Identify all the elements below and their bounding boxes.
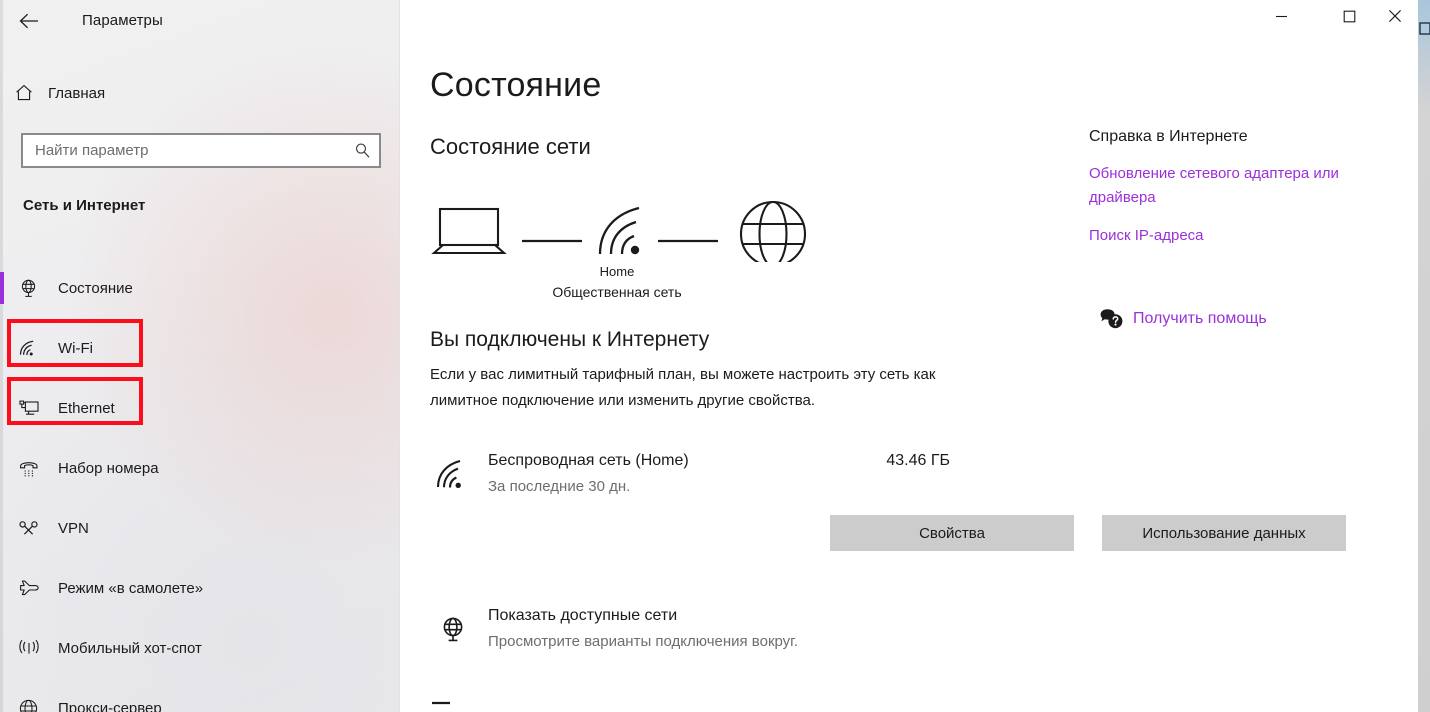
- minimize-button[interactable]: [1258, 0, 1304, 32]
- sidebar-item-ethernet[interactable]: Ethernet: [0, 378, 400, 438]
- selection-indicator: [0, 572, 4, 604]
- get-help-label[interactable]: Получить помощь: [1133, 310, 1267, 328]
- selection-indicator: [0, 632, 4, 664]
- sidebar-item-status[interactable]: Состояние: [0, 258, 400, 318]
- network-name: Беспроводная сеть (Home): [488, 452, 689, 469]
- data-usage-button[interactable]: Использование данных: [1102, 515, 1346, 551]
- laptop-icon: [431, 207, 507, 255]
- show-networks-subtitle: Просмотрите варианты подключения вокруг.: [488, 633, 798, 650]
- network-data-used: 43.46 ГБ: [886, 452, 950, 469]
- properties-button[interactable]: Свойства: [830, 515, 1074, 551]
- help-bubble-icon: [1089, 308, 1133, 330]
- desktop-icon: [1419, 22, 1430, 38]
- sidebar-item-ethernet-label: Ethernet: [58, 399, 115, 417]
- wifi-icon: [0, 339, 58, 358]
- proxy-globe-icon: [0, 698, 58, 712]
- connection-description: Если у вас лимитный тарифный план, вы мо…: [430, 366, 936, 409]
- show-available-networks[interactable]: Показать доступные сети Просмотрите вари…: [430, 606, 950, 656]
- sidebar-item-wifi-label: Wi-Fi: [58, 339, 93, 357]
- sidebar-item-dialup-label: Набор номера: [58, 459, 159, 477]
- sidebar-item-dialup[interactable]: Набор номера: [0, 438, 400, 498]
- sidebar: Главная Сеть и Интернет: [0, 0, 400, 712]
- ethernet-icon: [0, 398, 58, 418]
- home-icon: [0, 83, 48, 103]
- network-status-icon: [0, 278, 58, 299]
- close-button[interactable]: [1372, 0, 1418, 32]
- sidebar-item-airplane-mode-label: Режим «в самолете»: [58, 579, 204, 597]
- search-icon[interactable]: [345, 142, 379, 159]
- help-panel: Справка в Интернете Обновление сетевого …: [1089, 128, 1399, 329]
- help-heading: Справка в Интернете: [1089, 128, 1248, 145]
- maximize-button[interactable]: [1326, 0, 1372, 32]
- desktop-background-edge: [1418, 0, 1430, 712]
- selection-indicator: [0, 692, 4, 712]
- sidebar-item-mobile-hotspot-label: Мобильный хот-спот: [58, 639, 202, 657]
- selection-indicator: [0, 392, 4, 424]
- partial-next-item-icon: [430, 700, 460, 712]
- vpn-icon: [0, 519, 58, 537]
- network-period: За последние 30 дн.: [488, 478, 631, 495]
- network-usage-entry: Беспроводная сеть (Home) За последние 30…: [430, 448, 950, 504]
- get-help-row[interactable]: Получить помощь: [1089, 308, 1267, 330]
- section-title: Состояние сети: [430, 134, 591, 159]
- sidebar-item-airplane-mode[interactable]: Режим «в самолете»: [0, 558, 400, 618]
- show-networks-title: Показать доступные сети: [488, 607, 678, 624]
- sidebar-item-status-label: Состояние: [58, 279, 133, 297]
- globe-icon: [739, 200, 807, 268]
- wifi-signal-icon: [598, 206, 640, 255]
- sidebar-item-proxy-label: Прокси-сервер: [58, 699, 162, 712]
- sidebar-item-proxy[interactable]: Прокси-сервер: [0, 678, 400, 712]
- window-title: Параметры: [82, 12, 163, 29]
- main-content: Состояние Состояние сети Home Общественн…: [400, 0, 1430, 712]
- dialup-icon: [0, 458, 58, 478]
- settings-window: Главная Сеть и Интернет: [0, 0, 1430, 712]
- sidebar-nav-list: Состояние Wi-Fi Ethernet Набор номера VP…: [0, 258, 400, 712]
- sidebar-category-title: Сеть и Интернет: [23, 197, 146, 214]
- title-bar: Параметры: [0, 0, 1430, 44]
- help-link-find-ip[interactable]: Поиск IP-адреса: [1089, 224, 1399, 248]
- sidebar-item-vpn-label: VPN: [58, 519, 89, 537]
- sidebar-item-home-label: Главная: [48, 84, 106, 102]
- search-input[interactable]: [23, 142, 345, 159]
- network-diagram: Home Общественная сеть: [430, 196, 850, 306]
- diagram-network-type: Общественная сеть: [552, 284, 682, 300]
- connection-heading: Вы подключены к Интернету: [430, 328, 710, 351]
- help-link-update-adapter[interactable]: Обновление сетевого адаптера или драйвер…: [1089, 162, 1399, 210]
- selection-indicator: [0, 452, 4, 484]
- page-title: Состояние: [430, 66, 602, 104]
- network-globe-icon: [430, 610, 476, 650]
- hotspot-icon: [0, 638, 58, 658]
- sidebar-item-wifi[interactable]: Wi-Fi: [0, 318, 400, 378]
- sidebar-item-mobile-hotspot[interactable]: Мобильный хот-спот: [0, 618, 400, 678]
- selection-indicator: [0, 332, 4, 364]
- sidebar-item-vpn[interactable]: VPN: [0, 498, 400, 558]
- selection-indicator: [0, 272, 4, 304]
- diagram-network-name: Home: [599, 264, 635, 279]
- airplane-icon: [0, 578, 58, 598]
- wifi-signal-icon: [430, 454, 476, 498]
- selection-indicator: [0, 512, 4, 544]
- search-box[interactable]: [21, 133, 381, 168]
- sidebar-item-home[interactable]: Главная: [0, 74, 400, 112]
- back-button[interactable]: [14, 6, 44, 36]
